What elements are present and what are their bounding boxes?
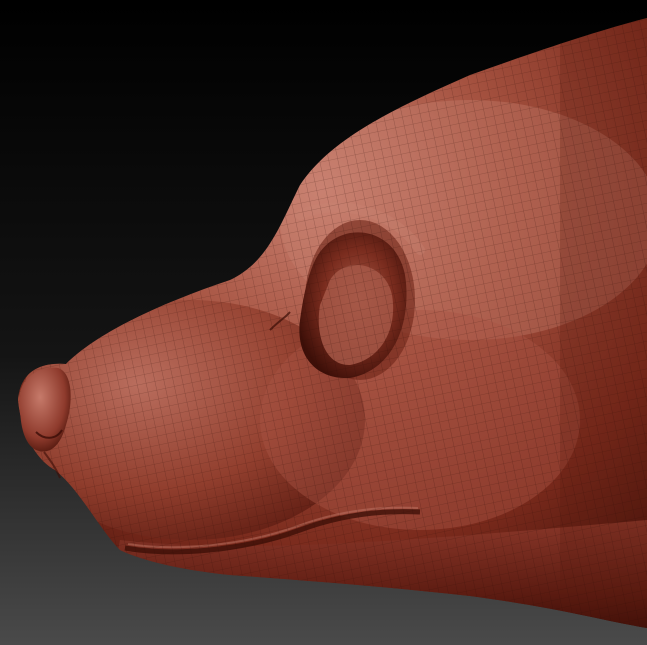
3d-viewport[interactable]: [0, 0, 647, 645]
sculpt-canvas: [0, 0, 647, 645]
